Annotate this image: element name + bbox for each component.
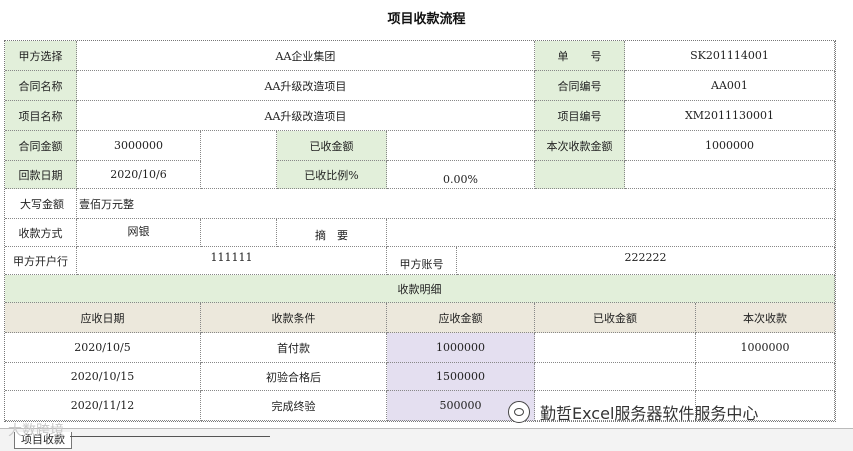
return-date-field[interactable]: 2020/10/6	[77, 161, 201, 189]
doc-no-field[interactable]: SK201114001	[625, 41, 835, 71]
account-field[interactable]: 222222	[457, 247, 835, 275]
col-header-received-amount: 已收金额	[535, 303, 696, 333]
capital-amount-label: 大写金额	[5, 189, 77, 219]
table-cell-this-receipt[interactable]: 1000000	[696, 333, 835, 363]
project-name-field[interactable]: AA升级改造项目	[77, 101, 535, 131]
table-cell-due-amount[interactable]: 1000000	[387, 333, 535, 363]
project-no-label: 项目编号	[535, 101, 625, 131]
blank-label-cell	[535, 161, 625, 189]
received-amount-field[interactable]	[387, 131, 535, 161]
watermark-left: 大数跨境	[8, 423, 64, 439]
received-amount-label: 已收金额	[277, 131, 387, 161]
account-label: 甲方账号	[387, 247, 457, 275]
table-cell-due-date[interactable]: 2020/10/5	[5, 333, 201, 363]
horizontal-scrollbar[interactable]	[70, 436, 270, 437]
received-ratio-field: 0.00%	[387, 161, 535, 189]
col-header-due-amount: 应收金额	[387, 303, 535, 333]
col-header-due-date: 应收日期	[5, 303, 201, 333]
table-cell-received-amount[interactable]	[535, 363, 696, 391]
party-a-label: 甲方选择	[5, 41, 77, 71]
table-cell-due-date[interactable]: 2020/10/15	[5, 363, 201, 391]
bank-label: 甲方开户行	[5, 247, 77, 275]
table-cell-condition[interactable]: 完成终验	[201, 391, 387, 421]
doc-no-label: 单 号	[535, 41, 625, 71]
page-title: 项目收款流程	[387, 12, 466, 27]
table-cell-condition[interactable]: 首付款	[201, 333, 387, 363]
col-header-condition: 收款条件	[201, 303, 387, 333]
contract-amount-label: 合同金额	[5, 131, 77, 161]
this-amount-label: 本次收款金额	[535, 131, 625, 161]
return-date-label: 回款日期	[5, 161, 77, 189]
detail-section-title: 收款明细	[5, 275, 835, 303]
contract-amount-field[interactable]: 3000000	[77, 131, 201, 161]
table-cell-condition[interactable]: 初验合格后	[201, 363, 387, 391]
col-header-this-receipt: 本次收款	[696, 303, 835, 333]
project-name-label: 项目名称	[5, 101, 77, 131]
party-a-select[interactable]: AA企业集团	[77, 41, 535, 71]
contract-name-field[interactable]: AA升级改造项目	[77, 71, 535, 101]
table-cell-received-amount[interactable]	[535, 333, 696, 363]
receipt-form-sheet: 甲方选择 AA企业集团 单 号 SK201114001 合同名称 AA升级改造项…	[4, 40, 836, 422]
project-no-field[interactable]: XM2011130001	[625, 101, 835, 131]
contract-no-field[interactable]: AA001	[625, 71, 835, 101]
contract-name-label: 合同名称	[5, 71, 77, 101]
contract-no-label: 合同编号	[535, 71, 625, 101]
blank-cell	[201, 131, 277, 189]
watermark-right-text: 勤哲Excel服务器软件服务中心	[540, 404, 759, 423]
wechat-icon	[508, 401, 530, 423]
method-label: 收款方式	[5, 219, 77, 247]
watermark-right: 勤哲Excel服务器软件服务中心	[508, 400, 758, 424]
table-cell-due-date[interactable]: 2020/11/12	[5, 391, 201, 421]
summary-field[interactable]	[387, 219, 835, 247]
bank-field[interactable]: 111111	[77, 247, 387, 275]
summary-label: 摘 要	[277, 219, 387, 247]
this-amount-field[interactable]: 1000000	[625, 131, 835, 161]
sheet-tab-bar: 项目收款	[0, 428, 853, 451]
capital-amount-field: 壹佰万元整	[77, 189, 835, 219]
blank-cell	[625, 161, 835, 189]
table-cell-this-receipt[interactable]	[696, 363, 835, 391]
blank-cell	[201, 219, 277, 247]
table-cell-due-amount[interactable]: 1500000	[387, 363, 535, 391]
method-field[interactable]: 网银	[77, 219, 201, 247]
received-ratio-label: 已收比例%	[277, 161, 387, 189]
